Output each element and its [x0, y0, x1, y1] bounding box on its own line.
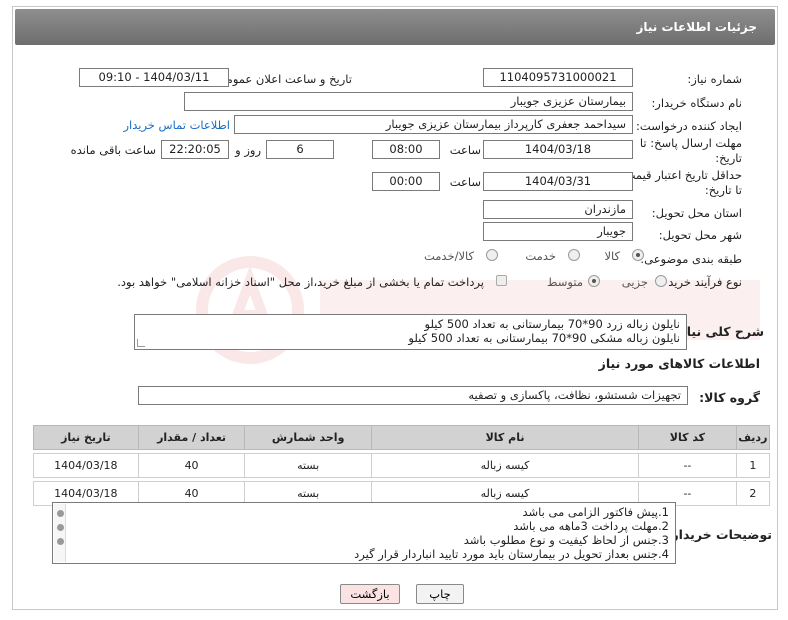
- back-button[interactable]: بازگشت: [340, 584, 400, 604]
- cell-row-number: 1: [735, 453, 771, 478]
- buyer-org-field: بیمارستان عزیزی جویبار: [184, 92, 633, 111]
- buyer-note-line-1: 1.پیش فاکتور الزامی می باشد: [522, 505, 670, 519]
- category-label: طبقه بندی موضوعی:: [640, 252, 742, 266]
- scroll-down-icon[interactable]: [57, 538, 64, 545]
- process-medium-option: متوسط: [546, 275, 583, 289]
- goods-group-label: گروه کالا:: [699, 390, 760, 405]
- remaining-time-label: ساعت باقی مانده: [70, 143, 156, 157]
- col-row-number: ردیف: [735, 425, 771, 450]
- requester-label: ایجاد کننده درخواست:: [636, 119, 742, 133]
- need-number-field: 1104095731000021: [483, 68, 633, 87]
- province-field: مازندران: [483, 200, 633, 219]
- price-validity-label-line2: تا تاریخ:: [704, 183, 742, 197]
- notes-scrollbar[interactable]: [54, 504, 66, 562]
- description-line-1: نایلون زباله زرد 90*70 بیمارستانی به تعد…: [424, 317, 680, 331]
- reply-deadline-days-field: 6: [266, 140, 334, 159]
- col-need-date: تاریخ نیاز: [33, 425, 139, 450]
- buyer-org-label: نام دستگاه خریدار:: [651, 96, 742, 110]
- col-unit: واحد شمارش: [244, 425, 372, 450]
- buyer-note-line-4: 4.جنس بعداز تحویل در بیمارستان باید مورد…: [354, 547, 669, 561]
- buyer-notes-label: توضیحات خریدار:: [666, 527, 772, 542]
- reply-deadline-label-line1: مهلت ارسال پاسخ: تا: [639, 136, 742, 150]
- remaining-time-field: 22:20:05: [161, 140, 229, 159]
- price-validity-label-line1: حداقل تاریخ اعتبار قیمت:: [620, 168, 742, 182]
- category-goods-option: کالا: [604, 249, 620, 263]
- reply-deadline-label-line2: تاریخ:: [715, 151, 742, 165]
- description-line-2: نایلون زباله مشکی 90*70 بیمارستانی به تع…: [408, 331, 680, 345]
- resize-grip-icon[interactable]: [137, 339, 145, 347]
- category-goods-radio[interactable]: [632, 249, 644, 261]
- table-row: 1 -- کیسه زباله بسته 40 1404/03/18: [33, 453, 771, 478]
- process-medium-radio[interactable]: [588, 275, 600, 287]
- col-item-code: کد کالا: [638, 425, 737, 450]
- cell-item-name: کیسه زباله: [370, 453, 640, 478]
- category-service-radio[interactable]: [568, 249, 580, 261]
- cell-need-date: 1404/03/18: [33, 453, 139, 478]
- need-number-label: شماره نیاز:: [687, 72, 742, 86]
- price-validity-time-field: 00:00: [372, 172, 440, 191]
- process-minor-radio[interactable]: [655, 275, 667, 287]
- page-title: جزئیات اطلاعات نیاز: [636, 20, 757, 34]
- category-service-option: خدمت: [525, 249, 556, 263]
- panel-header: جزئیات اطلاعات نیاز: [15, 9, 775, 45]
- col-quantity: تعداد / مقدار: [137, 425, 246, 450]
- announce-datetime-label: تاریخ و ساعت اعلان عمومی:: [213, 72, 352, 86]
- buyer-contact-link[interactable]: اطلاعات تماس خریدار: [123, 118, 230, 132]
- description-textarea[interactable]: نایلون زباله زرد 90*70 بیمارستانی به تعد…: [134, 314, 687, 350]
- description-label: شرح کلی نیاز:: [674, 324, 764, 339]
- city-field: جویبار: [483, 222, 633, 241]
- reply-deadline-days-label: روز و: [235, 143, 261, 157]
- cell-unit: بسته: [244, 453, 372, 478]
- buyer-note-line-3: 3.جنس از لحاظ کیفیت و نوع مطلوب باشد: [463, 533, 669, 547]
- goods-section-title: اطلاعات کالاهای مورد نیاز: [598, 356, 760, 371]
- price-validity-time-label: ساعت: [449, 175, 481, 189]
- treasury-note: پرداخت تمام یا بخشی از مبلغ خرید،از محل …: [117, 275, 484, 289]
- reply-deadline-time-label: ساعت: [449, 143, 481, 157]
- items-table: ردیف کد کالا نام کالا واحد شمارش تعداد /…: [33, 425, 771, 506]
- goods-group-field: تجهیزات شستشو، نظافت، پاکسازی و تصفیه: [138, 386, 688, 405]
- table-header-row: ردیف کد کالا نام کالا واحد شمارش تعداد /…: [33, 425, 771, 450]
- scroll-up-icon[interactable]: [57, 510, 64, 517]
- reply-deadline-time-field: 08:00: [372, 140, 440, 159]
- buyer-note-line-2: 2.مهلت پرداخت 3ماهه می باشد: [513, 519, 669, 533]
- print-button[interactable]: چاپ: [416, 584, 464, 604]
- announce-datetime-field: 1404/03/11 - 09:10: [79, 68, 229, 87]
- cell-item-code: --: [638, 453, 737, 478]
- process-minor-option: جزیی: [621, 275, 648, 289]
- col-item-name: نام کالا: [370, 425, 640, 450]
- category-goods-service-radio[interactable]: [486, 249, 498, 261]
- category-goods-service-option: کالا/خدمت: [423, 249, 474, 263]
- cell-quantity: 40: [137, 453, 246, 478]
- cell-row-number: 2: [735, 481, 771, 506]
- province-label: استان محل تحویل:: [651, 206, 742, 220]
- treasury-checkbox[interactable]: [496, 275, 507, 286]
- buyer-notes-textarea[interactable]: 1.پیش فاکتور الزامی می باشد 2.مهلت پرداخ…: [52, 502, 676, 564]
- reply-deadline-date-field: 1404/03/18: [483, 140, 633, 159]
- city-label: شهر محل تحویل:: [658, 228, 742, 242]
- price-validity-date-field: 1404/03/31: [483, 172, 633, 191]
- scroll-thumb-icon[interactable]: [57, 524, 64, 531]
- process-type-label: نوع فرآیند خرید :: [660, 275, 742, 289]
- requester-field: سیداحمد جعفری کارپرداز بیمارستان عزیزی ج…: [234, 115, 633, 134]
